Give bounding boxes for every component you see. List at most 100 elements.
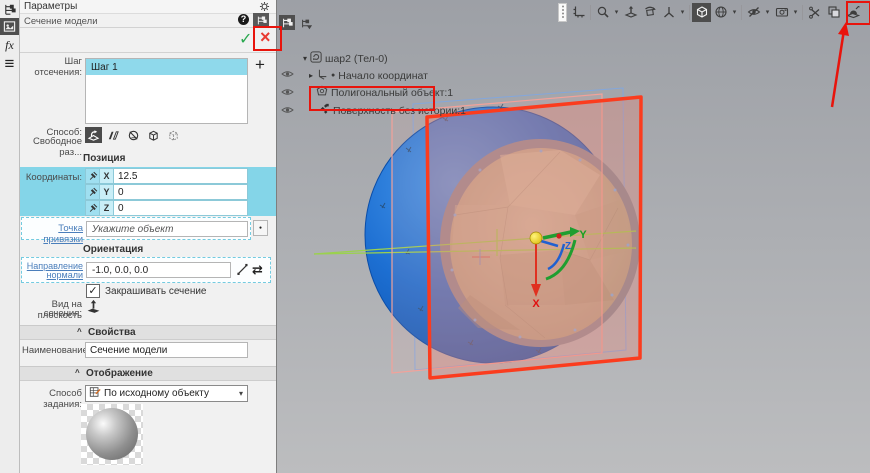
fill-section-checkbox[interactable]: ✓ bbox=[86, 284, 100, 298]
viewport-toolbar: ▾ ▾ ▾ ▾ ▾ bbox=[558, 2, 862, 22]
method-sphere-cut-icon[interactable] bbox=[125, 127, 142, 143]
hide-objects-icon[interactable] bbox=[744, 3, 763, 22]
properties-section-header[interactable]: ^ Свойства bbox=[20, 325, 276, 340]
toolbar-separator bbox=[689, 5, 690, 20]
method-box-outline-icon[interactable] bbox=[165, 127, 182, 143]
method-box-cut-icon[interactable] bbox=[145, 127, 162, 143]
tree-row-origin[interactable]: ▸ ● Начало координат bbox=[309, 68, 428, 83]
copy-view-icon[interactable] bbox=[824, 3, 843, 22]
view-on-plane-icon[interactable] bbox=[86, 299, 101, 317]
anchor-target-button[interactable]: ● bbox=[253, 220, 268, 236]
origin-handle-ball[interactable] bbox=[530, 232, 542, 244]
app-window: X Y Z fx ≡ Параметры Сечение модели ? ✓ bbox=[0, 0, 870, 473]
eye-icon[interactable] bbox=[281, 87, 294, 100]
chevron-down-icon: ▾ bbox=[239, 389, 247, 398]
expander-icon[interactable]: ▸ bbox=[309, 71, 313, 80]
lift-view-icon[interactable] bbox=[621, 3, 640, 22]
add-step-button[interactable]: + bbox=[252, 57, 268, 73]
coordinate-corner-icon[interactable] bbox=[569, 3, 588, 22]
rotate-view-icon[interactable] bbox=[640, 3, 659, 22]
chevron-down-icon[interactable]: ▾ bbox=[763, 8, 772, 16]
rotate-handle-dot[interactable] bbox=[556, 233, 561, 238]
image-capture-icon[interactable] bbox=[772, 3, 791, 22]
tree-item-label[interactable]: Начало координат bbox=[338, 70, 428, 82]
annotation-box-cancel bbox=[253, 26, 282, 51]
reverse-direction-icon[interactable]: ⇄ bbox=[252, 262, 263, 278]
panel-tree-toggle[interactable] bbox=[253, 13, 269, 27]
display-method-label: Способ задания: bbox=[22, 388, 82, 410]
material-preview bbox=[81, 404, 143, 465]
toolbar-separator bbox=[590, 5, 591, 20]
pin-icon[interactable] bbox=[85, 200, 99, 216]
display-section-header[interactable]: ^ Отображение bbox=[20, 366, 276, 381]
expander-icon[interactable]: ▾ bbox=[303, 54, 307, 63]
coordinate-x-input[interactable]: 12.5 bbox=[113, 168, 248, 184]
position-section-title: Позиция bbox=[83, 153, 125, 164]
eye-icon[interactable] bbox=[281, 105, 294, 118]
orientation-section-title: Ориентация bbox=[83, 244, 143, 255]
zoom-icon[interactable] bbox=[593, 3, 612, 22]
collapse-chevron-icon[interactable]: ^ bbox=[77, 327, 82, 336]
step-list[interactable]: Шаг 1 bbox=[85, 58, 248, 124]
tree-row-body[interactable]: ▾ шар2 (Тел-0) bbox=[303, 51, 388, 66]
tree-filter-icon[interactable] bbox=[298, 16, 314, 31]
preview-sphere bbox=[86, 408, 138, 460]
help-icon[interactable]: ? bbox=[238, 14, 249, 25]
fx-icon[interactable]: fx bbox=[0, 38, 19, 53]
coordinate-y-input[interactable]: 0 bbox=[113, 184, 248, 200]
coordinates-label: Координаты: bbox=[22, 172, 82, 183]
model-tree-icon[interactable] bbox=[0, 2, 19, 17]
panel-title: Параметры bbox=[24, 1, 77, 12]
coordinate-row-z: Z 0 bbox=[85, 200, 248, 216]
anchor-point-field[interactable]: Укажите объект bbox=[86, 221, 248, 237]
normal-direction-link-2[interactable]: нормали bbox=[23, 270, 83, 280]
anchor-point-row: Точка привязки Укажите объект bbox=[21, 217, 251, 240]
method-label-2: Свободное раз... bbox=[22, 136, 82, 158]
pin-icon[interactable] bbox=[85, 184, 99, 200]
accept-button[interactable]: ✓ bbox=[239, 29, 252, 49]
fill-section-label: Закрашивать сечение bbox=[105, 286, 207, 297]
bullet-icon: ● bbox=[331, 72, 335, 79]
panel-titlebar[interactable]: Параметры bbox=[20, 0, 276, 14]
step-list-label: Шаг отсечения: bbox=[22, 56, 82, 78]
display-method-value: По исходному объекту bbox=[104, 388, 209, 399]
pick-direction-icon[interactable] bbox=[236, 263, 249, 279]
tree-item-label[interactable]: шар2 (Тел-0) bbox=[325, 53, 388, 65]
annotation-box-surface-item bbox=[309, 86, 435, 111]
method-free-place-icon[interactable] bbox=[85, 127, 102, 143]
annotation-box-section-tool bbox=[846, 1, 870, 25]
pin-icon[interactable] bbox=[85, 168, 99, 184]
clip-icon[interactable] bbox=[805, 3, 824, 22]
image-panel-icon[interactable] bbox=[0, 18, 19, 35]
chevron-down-icon[interactable]: ▾ bbox=[791, 8, 800, 16]
collapse-chevron-icon[interactable]: ^ bbox=[75, 368, 80, 377]
display-mode-icon[interactable] bbox=[711, 3, 730, 22]
anchor-point-link[interactable]: Точка привязки bbox=[23, 223, 83, 245]
z-axis-label: Z bbox=[565, 241, 571, 252]
orientation-cube-icon[interactable] bbox=[692, 3, 711, 22]
y-axis-label: Y bbox=[579, 229, 587, 241]
axes-triad-icon[interactable] bbox=[659, 3, 678, 22]
axis-x-cell: X bbox=[99, 168, 113, 184]
parameters-panel: Параметры Сечение модели ? ✓ × Шаг отсеч… bbox=[20, 0, 277, 473]
eye-icon[interactable] bbox=[281, 69, 294, 82]
view-on-plane-label-2: сечения: bbox=[22, 308, 82, 319]
coordinate-z-input[interactable]: 0 bbox=[113, 200, 248, 216]
customize-grip[interactable] bbox=[558, 3, 567, 22]
step-list-item-selected[interactable]: Шаг 1 bbox=[86, 59, 247, 75]
display-method-dropdown[interactable]: По исходному объекту ▾ bbox=[85, 385, 248, 402]
axis-z-cell: Z bbox=[99, 200, 113, 216]
body-icon bbox=[310, 51, 322, 66]
name-field-label: Наименование: bbox=[22, 345, 82, 356]
chevron-down-icon[interactable]: ▾ bbox=[612, 8, 621, 16]
method-two-planes-icon[interactable] bbox=[105, 127, 122, 143]
normal-direction-field[interactable]: -1.0, 0.0, 0.0 bbox=[86, 262, 231, 278]
chevron-down-icon[interactable]: ▾ bbox=[730, 8, 739, 16]
properties-section-title: Свойства bbox=[88, 327, 136, 338]
menu-icon[interactable]: ≡ bbox=[0, 55, 19, 72]
name-field-input[interactable]: Сечение модели bbox=[85, 342, 248, 358]
fill-section-row: ✓ Закрашивать сечение bbox=[86, 284, 207, 298]
chevron-down-icon[interactable]: ▾ bbox=[678, 8, 687, 16]
coordinate-row-y: Y 0 bbox=[85, 184, 248, 200]
origin-icon bbox=[316, 68, 328, 83]
